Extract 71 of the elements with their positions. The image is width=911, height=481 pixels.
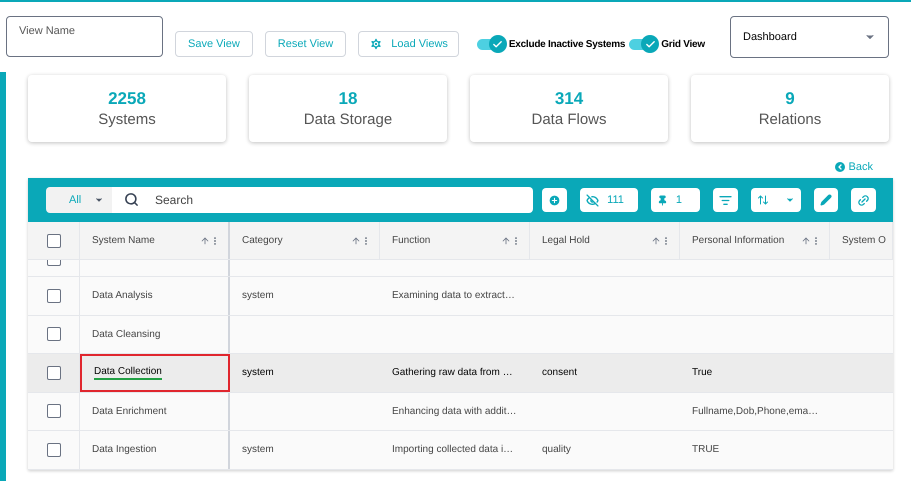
add-button[interactable] bbox=[542, 188, 568, 212]
select-all-checkbox[interactable] bbox=[46, 234, 60, 248]
stat-value: 9 bbox=[785, 88, 795, 109]
toggle-label: Grid View bbox=[661, 38, 705, 52]
table-cell-text: True bbox=[692, 366, 712, 380]
stat-label: Data Storage bbox=[304, 110, 392, 130]
filter-button[interactable] bbox=[713, 188, 738, 212]
eye-off-icon bbox=[586, 194, 600, 206]
pin-icon bbox=[656, 194, 668, 206]
stat-label: Relations bbox=[758, 110, 822, 130]
table-cell-text: Importing collected data i… bbox=[392, 443, 514, 458]
table-cell-text: system bbox=[242, 289, 274, 304]
row-checkbox[interactable] bbox=[46, 442, 60, 457]
table-cell-text: TRUE bbox=[692, 443, 720, 458]
sort-arrow-icon bbox=[351, 236, 361, 246]
edit-button[interactable] bbox=[814, 188, 838, 212]
column-header[interactable]: System Name bbox=[92, 233, 155, 248]
column-header[interactable]: Legal Hold bbox=[542, 233, 590, 248]
stat-value: 314 bbox=[554, 88, 584, 109]
plus-icon bbox=[548, 194, 562, 206]
table-cell-text: Gathering raw data from … bbox=[392, 366, 513, 380]
table-cell-text: Data Cleansing bbox=[92, 328, 160, 342]
sort-arrow-icon bbox=[651, 236, 661, 246]
search-icon bbox=[124, 192, 139, 207]
table-row[interactable]: Data Ingestion system Importing collected data i… quality TRUE bbox=[28, 431, 893, 470]
row-checkbox[interactable] bbox=[46, 366, 60, 380]
stat-value: 2258 bbox=[108, 88, 146, 109]
table-cell-text: Examining data to extract… bbox=[392, 289, 515, 304]
toggle-label: Exclude Inactive Systems bbox=[508, 38, 626, 52]
row-checkbox[interactable] bbox=[46, 404, 60, 418]
row-checkbox[interactable] bbox=[46, 260, 60, 266]
sort-arrow-icon bbox=[801, 236, 811, 246]
back-icon bbox=[834, 162, 845, 172]
view-name-field[interactable]: View Name bbox=[6, 16, 163, 57]
toggle-switch[interactable] bbox=[476, 35, 507, 53]
column-header[interactable]: Personal Information bbox=[692, 233, 784, 248]
table-row[interactable]: Data Enrichment Enhancing data with addit… Fullname,Dob,Phone,ema… bbox=[28, 392, 893, 431]
search-field[interactable]: Search bbox=[112, 187, 533, 213]
sort-icon bbox=[757, 194, 769, 206]
row-checkbox[interactable] bbox=[46, 327, 60, 342]
link-button[interactable] bbox=[851, 188, 876, 212]
stat-label: Systems bbox=[98, 110, 156, 130]
gear-icon bbox=[369, 37, 384, 51]
column-header[interactable]: Category bbox=[242, 233, 283, 248]
pencil-icon bbox=[820, 194, 832, 206]
dashboard-select[interactable]: Dashboard bbox=[730, 16, 889, 58]
check-icon bbox=[492, 38, 504, 50]
sort-arrow-icon bbox=[501, 236, 511, 246]
table-cell-text: consent bbox=[542, 366, 578, 380]
column-header[interactable]: Function bbox=[392, 233, 430, 248]
stat-label: Data Flows bbox=[531, 110, 607, 130]
column-header[interactable]: System O bbox=[842, 233, 886, 248]
table-cell: Data Collection bbox=[94, 365, 162, 380]
table-row[interactable]: Data Collection system Gathering raw data from … consent True bbox=[28, 354, 893, 392]
table-row[interactable]: Data Analysis system Examining data to extract… bbox=[28, 277, 893, 316]
sort-arrow-icon bbox=[200, 236, 210, 246]
table-row[interactable]: Data Cleansing bbox=[28, 316, 893, 354]
toggle-switch[interactable] bbox=[629, 35, 660, 53]
table-cell-text: Data Ingestion bbox=[92, 443, 156, 458]
row-checkbox[interactable] bbox=[46, 288, 60, 303]
table-cell-text: Enhancing data with addit… bbox=[392, 404, 517, 419]
filter-icon bbox=[719, 194, 732, 206]
stat-value: 18 bbox=[338, 88, 358, 109]
table-cell-text: Fullname,Dob,Phone,ema… bbox=[692, 404, 818, 419]
table-cell-text: system bbox=[242, 443, 274, 458]
table-cell-text: system bbox=[242, 366, 274, 380]
table-cell-text: Data Analysis bbox=[92, 289, 153, 304]
table-cell-text: Data Enrichment bbox=[92, 404, 166, 419]
sort-button[interactable] bbox=[751, 188, 801, 212]
table-cell-text: quality bbox=[542, 443, 571, 458]
check-icon bbox=[644, 38, 656, 50]
